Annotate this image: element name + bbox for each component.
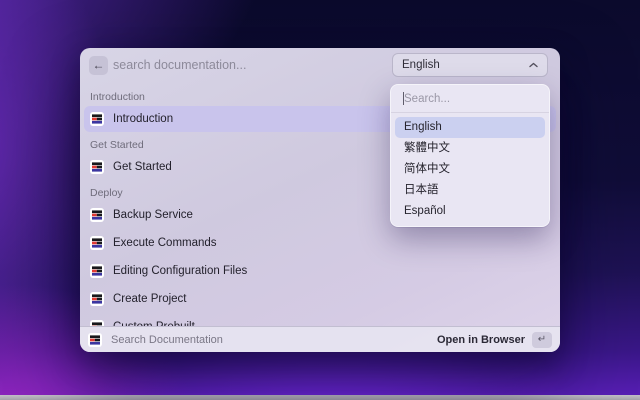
zeabur-logo-icon (90, 160, 104, 174)
language-options-list: English 繁體中文 简体中文 日本語 Español (391, 113, 549, 226)
open-in-browser-action[interactable]: Open in Browser ↵ (437, 332, 552, 348)
list-item-label: Create Project (113, 293, 187, 305)
search-documentation-window: ← English Introduction Introduction Get … (80, 48, 560, 352)
list-item-label: Execute Commands (113, 237, 217, 249)
list-item[interactable]: Editing Configuration Files (84, 258, 556, 284)
back-arrow-icon: ← (93, 58, 105, 72)
text-cursor (403, 92, 404, 105)
open-in-browser-label: Open in Browser (437, 334, 525, 346)
zeabur-logo-icon (90, 236, 104, 250)
list-item-label: Introduction (113, 113, 173, 125)
language-select[interactable]: English (392, 53, 548, 77)
chevron-up-icon (529, 62, 538, 68)
footer-title: Search Documentation (111, 334, 437, 346)
dropdown-search-input[interactable] (391, 85, 549, 112)
back-button[interactable]: ← (89, 56, 108, 75)
zeabur-logo-icon (90, 264, 104, 278)
zeabur-logo-icon (90, 208, 104, 222)
language-dropdown: English 繁體中文 简体中文 日本語 Español (390, 84, 550, 227)
list-item[interactable]: Execute Commands (84, 230, 556, 256)
list-item[interactable]: Custom Prebuilt (84, 314, 556, 326)
dropdown-search[interactable] (391, 85, 549, 112)
language-option-traditional-chinese[interactable]: 繁體中文 (395, 138, 545, 159)
list-item-label: Backup Service (113, 209, 193, 221)
language-select-value: English (402, 59, 440, 71)
list-item[interactable]: Create Project (84, 286, 556, 312)
footer-bar: Search Documentation Open in Browser ↵ (80, 326, 560, 352)
language-option-simplified-chinese[interactable]: 简体中文 (395, 159, 545, 180)
list-item-label: Get Started (113, 161, 172, 173)
language-option-spanish[interactable]: Español (395, 201, 545, 222)
desktop-wallpaper: ← English Introduction Introduction Get … (0, 0, 640, 400)
zeabur-logo-icon (88, 333, 102, 347)
zeabur-logo-icon (90, 112, 104, 126)
enter-key-icon: ↵ (532, 332, 552, 348)
language-option-english[interactable]: English (395, 117, 545, 138)
list-item-label: Editing Configuration Files (113, 265, 247, 277)
search-input[interactable] (113, 55, 393, 75)
taskbar-strip (0, 395, 640, 400)
language-option-japanese[interactable]: 日本語 (395, 180, 545, 201)
zeabur-logo-icon (90, 292, 104, 306)
